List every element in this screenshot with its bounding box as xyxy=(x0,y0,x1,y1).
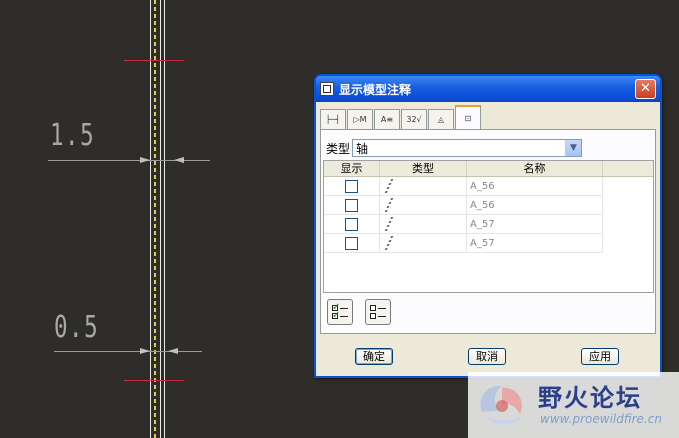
symbol-tab-icon: ◬ xyxy=(437,115,445,124)
table-row[interactable]: A_56 xyxy=(324,196,653,215)
table-row[interactable]: A_56 xyxy=(324,177,653,196)
watermark-title: 野火论坛 xyxy=(538,383,642,412)
table-row[interactable]: A_57 xyxy=(324,234,653,253)
dialog-title: 显示模型注释 xyxy=(339,82,412,97)
table-row[interactable]: A_57 xyxy=(324,215,653,234)
type-row: 类型 轴 ▼ xyxy=(326,139,583,157)
close-button[interactable]: ✕ xyxy=(635,79,656,99)
shaft-edge-line xyxy=(160,0,161,438)
dimension-line-bottom xyxy=(54,351,202,352)
tab-symbols[interactable]: ◬ xyxy=(428,109,454,129)
deselect-all-icon xyxy=(370,304,386,320)
tab-panel: 类型 轴 ▼ 显示 类型 名称 A_56 A_56 A_57 A_57 ✓ ✓ xyxy=(320,129,656,334)
wildfire-logo-icon xyxy=(480,385,522,425)
dimension-arrow xyxy=(168,348,178,354)
dialog-titlebar[interactable]: 显示模型注释 xyxy=(316,76,660,102)
show-checkbox[interactable] xyxy=(345,198,358,212)
tab-dimensions[interactable]: ├─┤ xyxy=(320,109,346,129)
shaft-edge-line xyxy=(150,0,151,438)
show-checkbox[interactable] xyxy=(345,179,358,193)
axis-icon xyxy=(384,198,394,212)
dimension-text-bottom[interactable]: 0.5 xyxy=(54,310,99,345)
select-all-button[interactable]: ✓ ✓ xyxy=(327,299,353,325)
dimension-tab-icon: ├─┤ xyxy=(325,115,341,124)
geometric-tolerance-tab-icon: ▷M xyxy=(353,115,367,124)
axis-centerline xyxy=(154,0,156,438)
forum-watermark: 野火论坛 www.proewildfire.cn xyxy=(468,372,679,438)
column-header-name[interactable]: 名称 xyxy=(467,161,603,176)
dimension-line-top xyxy=(48,160,210,161)
axis-icon xyxy=(384,236,394,250)
annotation-table: 显示 类型 名称 A_56 A_56 A_57 A_57 xyxy=(323,160,654,293)
tab-geometric-tolerances[interactable]: ▷M xyxy=(347,109,373,129)
datum-mark xyxy=(124,380,184,381)
dimension-arrow xyxy=(140,348,150,354)
deselect-all-button[interactable] xyxy=(365,299,391,325)
apply-button[interactable]: 应用 xyxy=(581,348,619,365)
chevron-down-icon[interactable]: ▼ xyxy=(565,140,582,156)
window-icon xyxy=(320,82,334,96)
tab-surface-finish[interactable]: 32√ xyxy=(401,109,427,129)
annotation-name: A_57 xyxy=(467,215,603,234)
select-all-icon: ✓ ✓ xyxy=(332,302,348,321)
dimension-arrow xyxy=(140,157,150,163)
surface-finish-tab-icon: 32√ xyxy=(406,115,422,124)
axis-icon xyxy=(384,217,394,231)
tab-notes[interactable]: A≡ xyxy=(374,109,400,129)
type-select[interactable]: 轴 ▼ xyxy=(352,139,583,157)
type-label: 类型 xyxy=(326,141,351,156)
show-checkbox[interactable] xyxy=(345,217,358,231)
datum-tab-icon: ⊡ xyxy=(464,113,472,123)
column-header-show[interactable]: 显示 xyxy=(324,161,380,176)
table-header: 显示 类型 名称 xyxy=(324,161,653,177)
axis-icon xyxy=(384,179,394,193)
dimension-text-top[interactable]: 1.5 xyxy=(50,118,95,153)
watermark-url: www.proewildfire.cn xyxy=(540,412,662,426)
annotation-name: A_57 xyxy=(467,234,603,253)
datum-mark xyxy=(124,60,184,61)
annotation-name: A_56 xyxy=(467,177,603,196)
cancel-button[interactable]: 取消 xyxy=(468,348,506,365)
type-select-value: 轴 xyxy=(356,141,369,156)
annotation-name: A_56 xyxy=(467,196,603,215)
show-checkbox[interactable] xyxy=(345,236,358,250)
show-model-annotations-dialog: 显示模型注释 ✕ ├─┤ ▷M A≡ 32√ ◬ ⊡ 类型 轴 ▼ 显示 类型 … xyxy=(314,74,662,378)
annotation-type-tabs: ├─┤ ▷M A≡ 32√ ◬ ⊡ xyxy=(320,105,482,129)
note-tab-icon: A≡ xyxy=(380,115,394,124)
ok-button[interactable]: 确定 xyxy=(355,348,393,365)
tab-datums[interactable]: ⊡ xyxy=(455,105,481,129)
shaft-edge-line xyxy=(164,0,165,438)
column-header-type[interactable]: 类型 xyxy=(380,161,467,176)
dimension-arrow xyxy=(174,157,184,163)
